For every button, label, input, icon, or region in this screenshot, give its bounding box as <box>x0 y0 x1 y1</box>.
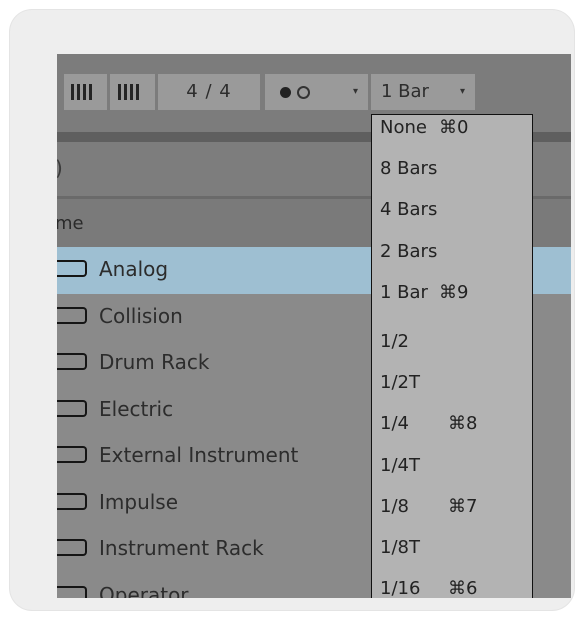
menu-item-1-8t[interactable]: 1/8T <box>372 527 532 568</box>
folder-icon <box>57 492 87 510</box>
menu-item-label: None <box>380 117 427 138</box>
quantize-dropdown[interactable]: 1 Bar ▾ <box>371 74 475 110</box>
menu-item-1-4t[interactable]: 1/4T <box>372 445 532 486</box>
record-mode-dropdown[interactable]: ▾ <box>265 74 368 110</box>
menu-item-shortcut: ⌘6 <box>448 578 478 598</box>
menu-item-shortcut: ⌘0 <box>439 117 469 138</box>
menu-item-1-2t[interactable]: 1/2T <box>372 362 532 403</box>
folder-icon <box>57 446 87 463</box>
menu-item-1-4[interactable]: 1/4 ⌘8 <box>372 403 532 444</box>
menu-item-shortcut: ⌘8 <box>448 413 478 435</box>
menu-item-none[interactable]: None ⌘0 <box>372 115 532 156</box>
filled-dot-icon <box>280 86 291 98</box>
quantize-value: 1 Bar <box>381 81 429 102</box>
menu-item-1-2[interactable]: 1/2 <box>372 321 532 362</box>
time-signature-field[interactable]: 4 / 4 <box>158 74 260 110</box>
quantize-menu: None ⌘0 8 Bars 4 Bars 2 Bars 1 Bar ⌘9 1/2 … <box>371 114 533 598</box>
screenshot-card: 4 / 4 ▾ 1 Bar ▾ ) me Analog Collision Dr… <box>10 10 574 610</box>
column-header-label: me <box>57 213 84 234</box>
folder-icon <box>57 353 87 370</box>
list-item-label: External Instrument <box>99 443 299 467</box>
folder-icon <box>57 260 87 277</box>
list-item-label: Operator <box>99 582 189 599</box>
menu-item-label: 1 Bar <box>380 281 428 303</box>
folder-icon <box>57 306 87 324</box>
grid-meter-icon <box>118 84 142 120</box>
menu-item-shortcut: ⌘9 <box>439 281 469 303</box>
top-row-text: ) <box>57 156 63 180</box>
menu-item-label: 1/8 <box>380 495 409 517</box>
folder-icon <box>57 399 87 417</box>
list-item-label: Drum Rack <box>99 350 210 374</box>
menu-item-label: 8 Bars <box>380 158 438 180</box>
menu-item-label: 2 Bars <box>380 240 438 262</box>
metronome-bars-button[interactable] <box>64 74 107 110</box>
menu-item-label: 1/2T <box>380 372 420 394</box>
menu-item-label: 1/4 <box>380 413 409 435</box>
menu-item-1-16[interactable]: 1/16 ⌘6 <box>372 568 532 598</box>
menu-item-label: 1/2 <box>380 330 409 352</box>
list-item-label: Electric <box>99 396 174 421</box>
list-item-label: Impulse <box>99 489 179 514</box>
grid-bars-button[interactable] <box>110 74 155 110</box>
app-viewport: 4 / 4 ▾ 1 Bar ▾ ) me Analog Collision Dr… <box>57 54 571 598</box>
list-item-label: Instrument Rack <box>99 536 264 560</box>
folder-icon <box>57 539 87 556</box>
menu-item-4-bars[interactable]: 4 Bars <box>372 197 532 238</box>
menu-item-shortcut: ⌘7 <box>448 495 478 517</box>
list-item-label: Collision <box>99 303 183 328</box>
menu-item-label: 1/8T <box>380 536 420 558</box>
menu-item-label: 1/16 <box>380 578 421 598</box>
list-item-label: Analog <box>99 257 169 281</box>
menu-item-label: 1/4T <box>380 454 420 476</box>
menu-item-1-8[interactable]: 1/8 ⌘7 <box>372 486 532 527</box>
menu-item-1-bar[interactable]: 1 Bar ⌘9 <box>372 280 532 321</box>
hollow-dot-icon <box>297 85 310 99</box>
chevron-down-icon: ▾ <box>352 86 358 97</box>
folder-icon <box>57 585 87 598</box>
bar-meter-icon <box>71 84 95 120</box>
chevron-down-icon: ▾ <box>459 86 465 97</box>
menu-item-label: 4 Bars <box>380 199 438 221</box>
menu-item-8-bars[interactable]: 8 Bars <box>372 156 532 197</box>
menu-item-2-bars[interactable]: 2 Bars <box>372 239 532 280</box>
